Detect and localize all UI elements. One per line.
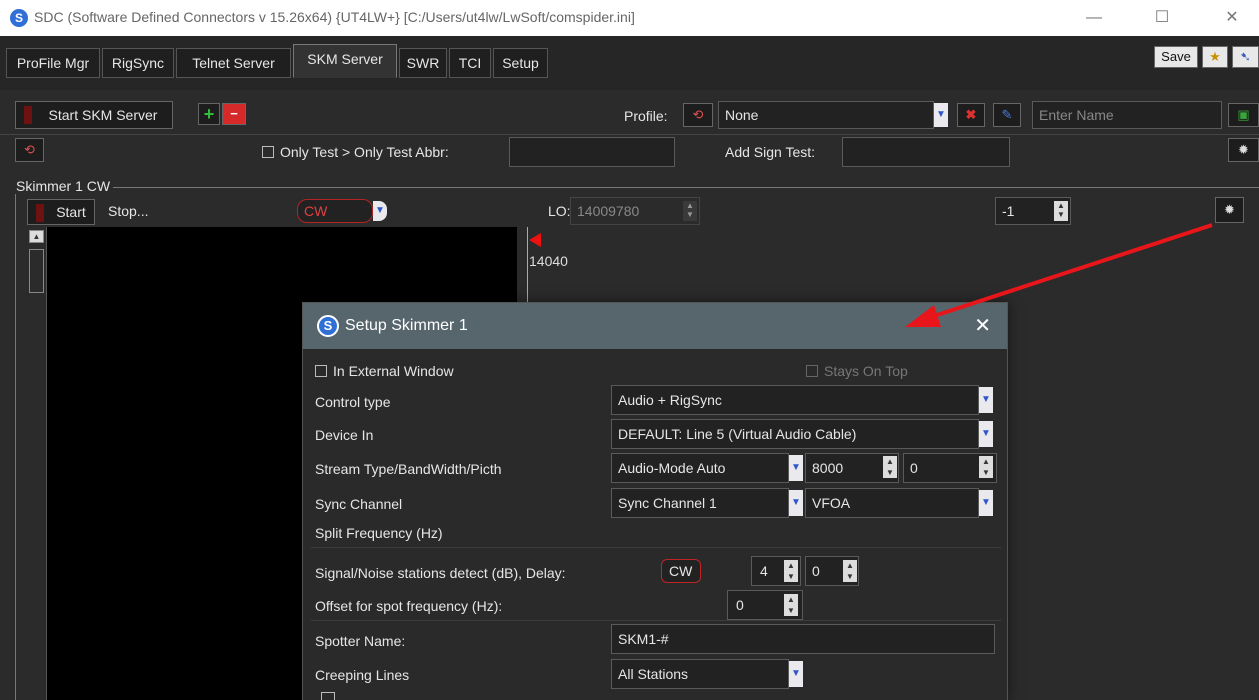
minimize-button[interactable]: — xyxy=(1079,6,1109,30)
close-button[interactable]: ✕ xyxy=(1217,6,1247,30)
delete-profile-icon[interactable]: ✖ xyxy=(957,103,985,127)
dialog-title: Setup Skimmer 1 xyxy=(345,317,468,334)
profile-select[interactable]: None xyxy=(718,101,934,129)
stays-on-top-checkbox[interactable]: Stays On Top xyxy=(806,363,908,379)
only-test-abbr-input[interactable] xyxy=(509,137,675,167)
creeping-lines-label: Creeping Lines xyxy=(315,667,410,683)
stream-type-select[interactable]: Audio-Mode Auto xyxy=(611,453,789,483)
pitch-spinner[interactable]: ▲ ▼ xyxy=(979,456,993,478)
title-bar: S SDC (Software Defined Connectors v 15.… xyxy=(0,0,1259,36)
skimmer-settings-gear-icon[interactable]: ✹ xyxy=(1215,197,1244,223)
sdc-logo-icon: S xyxy=(317,315,339,337)
maximize-button[interactable]: ☐ xyxy=(1147,6,1177,30)
creeping-lines-select[interactable]: All Stations xyxy=(611,659,789,689)
pin-icon[interactable]: ➷ xyxy=(1232,46,1259,68)
start-skm-server-button[interactable]: Start SKM Server xyxy=(15,101,173,129)
dialog-header: S Setup Skimmer 1 ✕ xyxy=(303,303,1007,349)
remove-icon[interactable]: − xyxy=(222,103,246,125)
tab-setup[interactable]: Setup xyxy=(493,48,548,78)
add-sign-test-input[interactable] xyxy=(842,137,1010,167)
skimmer-start-label: Start xyxy=(56,204,86,220)
control-type-label: Control type xyxy=(315,394,391,410)
chevron-down-icon[interactable]: ▼ xyxy=(789,661,803,687)
delay-spinner[interactable]: ▲ ▼ xyxy=(843,560,857,582)
offset-spinner[interactable]: ▲ ▼ xyxy=(1054,201,1068,221)
control-type-select[interactable]: Audio + RigSync xyxy=(611,385,979,415)
checkbox-icon[interactable] xyxy=(315,365,327,377)
tab-swr[interactable]: SWR xyxy=(399,48,447,78)
sync-channel-label: Sync Channel xyxy=(315,496,403,512)
split-frequency-label: Split Frequency (Hz) xyxy=(315,525,443,541)
sdc-logo-icon: S xyxy=(10,9,28,27)
skimmer-status: Stop... xyxy=(108,203,149,219)
edit-profile-icon[interactable]: ✎ xyxy=(993,103,1021,127)
setup-skimmer-dialog: S Setup Skimmer 1 ✕ In External Window S… xyxy=(302,302,1008,700)
skimmer-start-button[interactable]: Start xyxy=(27,199,95,225)
device-in-label: Device In xyxy=(315,427,374,443)
stream-type-label: Stream Type/BandWidth/Picth xyxy=(315,461,502,477)
spotter-name-label: Spotter Name: xyxy=(315,633,406,649)
tab-telnet-server[interactable]: Telnet Server xyxy=(176,48,291,78)
lo-frequency-input[interactable]: 14009780 xyxy=(570,197,700,225)
divider xyxy=(311,547,1001,548)
add-icon[interactable]: + xyxy=(198,103,220,125)
save-button[interactable]: Save xyxy=(1154,46,1198,68)
star-icon[interactable]: ★ xyxy=(1202,46,1228,68)
checkbox-icon[interactable] xyxy=(321,692,335,700)
window-title: SDC (Software Defined Connectors v 15.26… xyxy=(34,9,635,25)
scroll-up-icon[interactable]: ▲ xyxy=(29,230,44,243)
chevron-down-icon[interactable]: ▼ xyxy=(789,455,803,481)
tab-profile-mgr[interactable]: ProFile Mgr xyxy=(6,48,100,78)
profile-label: Profile: xyxy=(624,108,668,124)
chevron-down-icon[interactable]: ▼ xyxy=(979,490,993,516)
lo-spinner[interactable]: ▲ ▼ xyxy=(683,201,697,221)
checkbox-icon[interactable] xyxy=(806,365,818,377)
sync-channel-select[interactable]: Sync Channel 1 xyxy=(611,488,789,518)
gear-icon[interactable]: ✹ xyxy=(1228,138,1259,162)
chevron-down-icon[interactable]: ▼ xyxy=(373,201,387,221)
device-in-select[interactable]: DEFAULT: Line 5 (Virtual Audio Cable) xyxy=(611,419,979,449)
add-sign-test-label: Add Sign Test: xyxy=(725,144,816,160)
tab-rigsync[interactable]: RigSync xyxy=(102,48,174,78)
chevron-down-icon[interactable]: ▼ xyxy=(789,490,803,516)
tab-bar: ProFile Mgr RigSync Telnet Server SKM Se… xyxy=(0,36,1259,90)
marker-icon xyxy=(529,233,541,247)
in-external-window-label: In External Window xyxy=(333,363,454,379)
stays-on-top-label: Stays On Top xyxy=(824,363,908,379)
waterfall-scrollbar[interactable]: ▲ xyxy=(27,227,47,700)
skimmer-group-title: Skimmer 1 CW xyxy=(13,178,114,194)
bandwidth-spinner[interactable]: ▲ ▼ xyxy=(883,456,897,478)
profile-name-input[interactable]: Enter Name xyxy=(1032,101,1222,129)
only-test-label: Only Test > Only Test Abbr: xyxy=(280,144,449,160)
refresh-profile-icon[interactable]: ⟲ xyxy=(683,103,713,127)
spotter-name-input[interactable]: SKM1-# xyxy=(611,624,995,654)
save-profile-icon[interactable]: ▣ xyxy=(1228,103,1259,127)
in-external-window-checkbox[interactable]: In External Window xyxy=(315,363,454,379)
dialog-close-icon[interactable]: ✕ xyxy=(974,313,991,338)
tab-skm-server[interactable]: SKM Server xyxy=(293,44,397,78)
checkbox-icon[interactable] xyxy=(262,146,274,158)
reset-icon[interactable]: ⟲ xyxy=(15,138,44,162)
mode-select[interactable]: CW xyxy=(297,199,373,223)
snr-detect-label: Signal/Noise stations detect (dB), Delay… xyxy=(315,565,566,581)
divider xyxy=(311,620,1001,621)
only-test-checkbox[interactable]: Only Test > Only Test Abbr: xyxy=(262,144,449,160)
divider xyxy=(0,134,1259,135)
start-skm-server-label: Start SKM Server xyxy=(48,107,158,123)
offset-spot-spinner[interactable]: ▲ ▼ xyxy=(784,594,798,616)
chevron-down-icon[interactable]: ▼ xyxy=(979,421,993,447)
snr-mode-badge[interactable]: CW xyxy=(661,559,701,583)
vfo-select[interactable]: VFOA xyxy=(805,488,979,518)
offset-spot-label: Offset for spot frequency (Hz): xyxy=(315,598,503,614)
tab-tci[interactable]: TCI xyxy=(449,48,491,78)
chevron-down-icon[interactable]: ▼ xyxy=(979,387,993,413)
lo-label: LO: xyxy=(548,203,571,219)
chevron-down-icon[interactable]: ▼ xyxy=(934,103,948,127)
snr-spinner[interactable]: ▲ ▼ xyxy=(784,560,798,582)
scroll-thumb[interactable] xyxy=(29,249,44,293)
scale-label: 14040 xyxy=(529,253,568,269)
